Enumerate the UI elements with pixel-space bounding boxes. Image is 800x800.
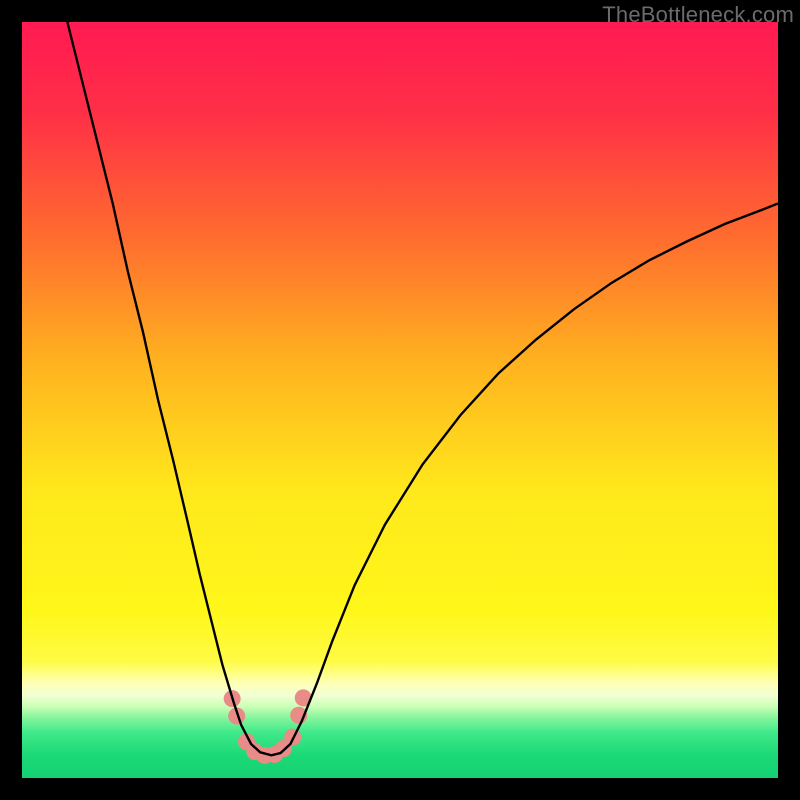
gradient-background bbox=[22, 22, 778, 778]
watermark-text: TheBottleneck.com bbox=[602, 2, 794, 28]
chart-frame bbox=[22, 22, 778, 778]
bottleneck-chart bbox=[22, 22, 778, 778]
